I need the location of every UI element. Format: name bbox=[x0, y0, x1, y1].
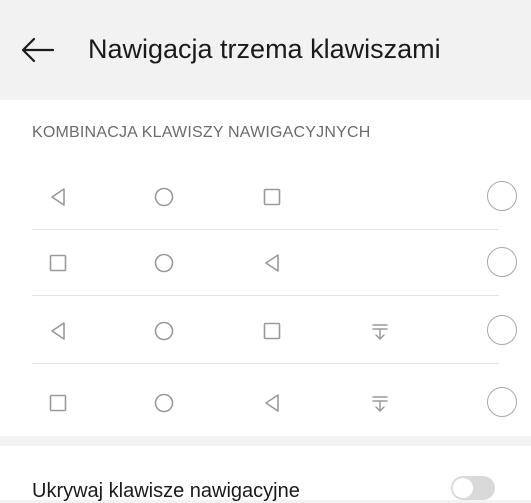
home-icon bbox=[150, 370, 182, 436]
home-icon bbox=[150, 298, 182, 364]
notification-pulldown-icon bbox=[366, 298, 398, 364]
back-icon bbox=[258, 370, 290, 436]
combination-row-1[interactable] bbox=[0, 164, 531, 230]
home-icon bbox=[150, 164, 182, 230]
page-title: Nawigacja trzema klawiszami bbox=[88, 34, 441, 64]
recents-icon bbox=[44, 230, 76, 296]
combination-radio-4[interactable] bbox=[487, 387, 517, 417]
combination-radio-2[interactable] bbox=[487, 247, 517, 277]
notification-pulldown-icon bbox=[366, 370, 398, 436]
combination-row-3[interactable] bbox=[0, 298, 531, 364]
section-gap bbox=[0, 436, 531, 446]
section-title: KOMBINACJA KLAWISZY NAWIGACYJNYCH bbox=[32, 124, 371, 141]
back-icon bbox=[44, 298, 76, 364]
row-divider bbox=[32, 295, 499, 296]
back-icon bbox=[44, 164, 76, 230]
recents-icon bbox=[258, 164, 290, 230]
hide-navigation-keys-toggle[interactable] bbox=[451, 476, 495, 500]
combination-row-2[interactable] bbox=[0, 230, 531, 296]
arrow-left-icon[interactable] bbox=[20, 36, 56, 64]
app-header: Nawigacja trzema klawiszami bbox=[0, 0, 531, 100]
combination-row-4[interactable] bbox=[0, 370, 531, 436]
recents-icon bbox=[258, 298, 290, 364]
combination-radio-1[interactable] bbox=[487, 181, 517, 211]
back-icon bbox=[258, 230, 290, 296]
recents-icon bbox=[44, 370, 76, 436]
combination-radio-3[interactable] bbox=[487, 315, 517, 345]
row-divider bbox=[32, 363, 499, 364]
toggle-knob bbox=[453, 478, 473, 498]
home-icon bbox=[150, 230, 182, 296]
hide-navigation-keys-row[interactable]: Ukrywaj klawisze nawigacyjne bbox=[0, 446, 531, 502]
